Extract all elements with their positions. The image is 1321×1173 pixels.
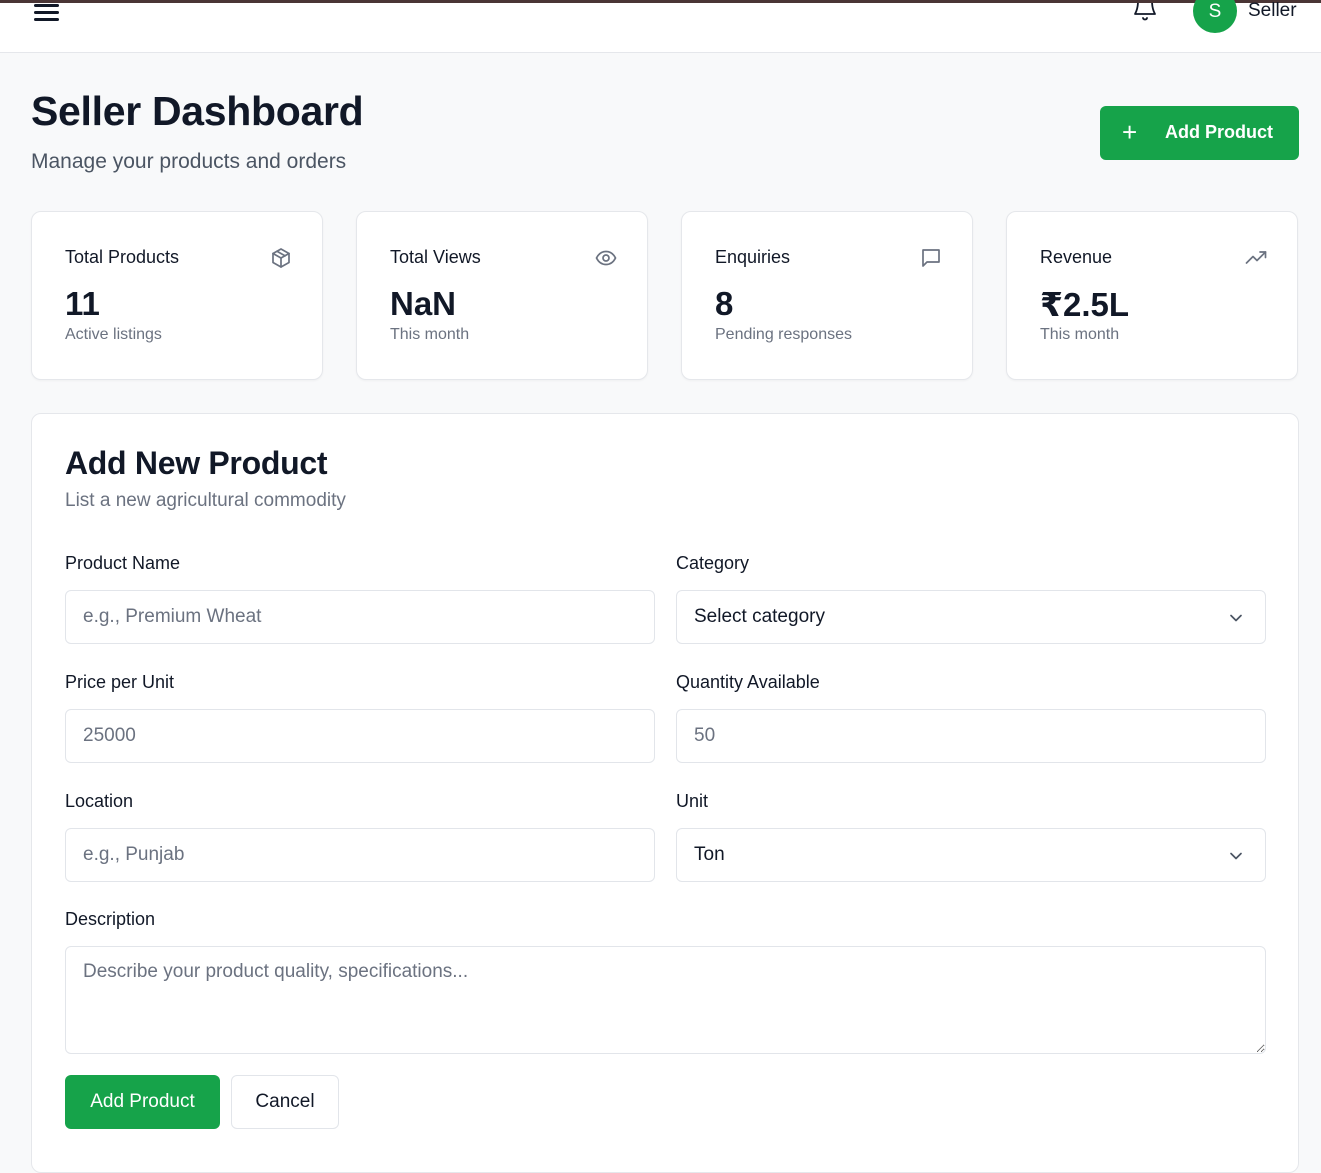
add-product-button[interactable]: + Add Product xyxy=(1100,106,1299,160)
stat-card-total-views: Total Views NaN This month xyxy=(356,211,648,380)
location-label: Location xyxy=(65,791,134,811)
stat-note: This month xyxy=(1040,326,1120,343)
stat-card-revenue: Revenue ₹2.5L This month xyxy=(1006,211,1298,380)
message-icon xyxy=(920,247,942,269)
stat-label: Revenue xyxy=(1040,247,1113,267)
stat-note: Active listings xyxy=(65,326,162,343)
unit-label: Unit xyxy=(676,791,709,811)
description-label: Description xyxy=(65,909,156,929)
category-label: Category xyxy=(676,553,750,573)
description-textarea[interactable] xyxy=(65,946,1266,1054)
stat-value: 8 xyxy=(715,285,734,322)
page-title: Seller Dashboard xyxy=(31,88,364,134)
form-subtitle: List a new agricultural commodity xyxy=(65,490,346,511)
quantity-label: Quantity Available xyxy=(676,672,820,692)
stat-value: NaN xyxy=(390,285,457,322)
stat-value: ₹2.5L xyxy=(1040,286,1129,323)
category-selected-value: Select category xyxy=(694,606,825,627)
eye-icon xyxy=(595,247,617,269)
quantity-input[interactable] xyxy=(676,709,1266,763)
chevron-down-icon xyxy=(1230,614,1242,622)
stat-note: This month xyxy=(390,326,470,343)
trending-up-icon xyxy=(1245,247,1267,269)
submit-add-product-button[interactable]: Add Product xyxy=(65,1075,220,1129)
user-name[interactable]: Seller xyxy=(1248,0,1297,22)
page-subtitle: Manage your products and orders xyxy=(31,150,347,173)
product-name-label: Product Name xyxy=(65,553,181,573)
price-input[interactable] xyxy=(65,709,655,763)
stat-label: Total Products xyxy=(65,247,180,267)
stat-card-enquiries: Enquiries 8 Pending responses xyxy=(681,211,973,380)
stat-value: 11 xyxy=(65,285,100,322)
stat-card-total-products: Total Products 11 Active listings xyxy=(31,211,323,380)
stat-label: Total Views xyxy=(390,247,481,267)
price-label: Price per Unit xyxy=(65,672,175,692)
avatar[interactable]: S xyxy=(1193,0,1237,33)
unit-select[interactable]: Ton xyxy=(676,828,1266,882)
top-navbar: S Seller xyxy=(0,0,1321,53)
chevron-down-icon xyxy=(1230,852,1242,860)
add-product-button-label: Add Product xyxy=(1165,122,1273,142)
form-title: Add New Product xyxy=(65,445,328,481)
stat-label: Enquiries xyxy=(715,247,791,267)
category-select[interactable]: Select category xyxy=(676,590,1266,644)
hamburger-menu-icon[interactable] xyxy=(34,3,60,21)
stat-note: Pending responses xyxy=(715,326,852,343)
plus-icon: + xyxy=(1122,117,1138,147)
location-input[interactable] xyxy=(65,828,655,882)
add-product-form: Add New Product List a new agricultural … xyxy=(31,413,1299,1173)
product-name-input[interactable] xyxy=(65,590,655,644)
package-icon xyxy=(270,247,292,269)
unit-selected-value: Ton xyxy=(694,844,725,865)
notification-bell-icon[interactable] xyxy=(1133,0,1157,25)
cancel-button[interactable]: Cancel xyxy=(231,1075,339,1129)
